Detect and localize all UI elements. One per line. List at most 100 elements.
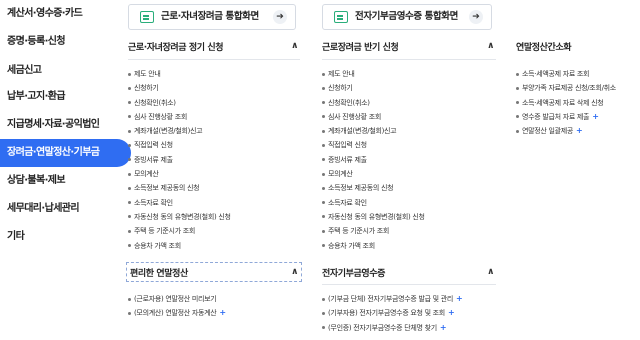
- list-item[interactable]: 자동신청 동의 유형변경(철회) 신청: [128, 210, 231, 224]
- arrow-right-icon: ➔: [273, 10, 287, 24]
- bullet-icon: [322, 115, 325, 119]
- list-item[interactable]: 승용차 가액 조회: [128, 239, 231, 253]
- list-item[interactable]: 영수증 발급처 자료 제출 +: [516, 110, 619, 124]
- list-item[interactable]: 주택 등 기준시가 조회: [322, 224, 425, 238]
- bullet-icon: [128, 229, 131, 233]
- document-icon: [334, 11, 348, 23]
- regular-incentive-list: 제도 안내 신청하기 신청확인(취소) 심사 진행상황 조회 계좌개설(변경/철…: [128, 67, 231, 253]
- section-title: 연말정산간소화: [516, 43, 572, 53]
- bullet-icon: [128, 101, 131, 105]
- section-title: 근로·자녀장려금 정기 신청: [128, 43, 224, 53]
- bullet-icon: [322, 201, 325, 205]
- sidebar-item-incentives[interactable]: 장려금·연말정산·기부금: [0, 139, 131, 167]
- list-item[interactable]: 신청하기: [322, 81, 425, 95]
- list-item[interactable]: 계좌개설(변경/철회)신고: [322, 124, 425, 138]
- bullet-icon: [322, 72, 325, 76]
- plus-icon: +: [439, 322, 447, 332]
- list-item[interactable]: 소득정보 제공동의 신청: [128, 181, 231, 195]
- list-item[interactable]: 직접입력 신청: [128, 138, 231, 152]
- list-item[interactable]: 소득·세액공제 자료 조회: [516, 67, 619, 81]
- bullet-icon: [516, 72, 519, 76]
- easy-year-end-list: (근로자용) 연말정산 미리보기 (모의계산) 연말정산 자동계산 +: [128, 292, 226, 321]
- list-item[interactable]: 증빙서류 제출: [322, 153, 425, 167]
- bullet-icon: [128, 158, 131, 162]
- section-head-year-end-simplified[interactable]: 연말정산간소화: [516, 40, 636, 62]
- list-item[interactable]: 제도 안내: [128, 67, 231, 81]
- bullet-icon: [128, 172, 131, 176]
- section-divider: [322, 284, 496, 285]
- chevron-up-icon: ∧: [291, 267, 298, 277]
- sidebar-item-statements[interactable]: 지급명세·자료·공익법인: [0, 111, 132, 139]
- sidebar-item-tax-filing[interactable]: 세금신고: [0, 57, 132, 85]
- list-item[interactable]: 모의계산: [322, 167, 425, 181]
- section-title: 전자기부금영수증: [322, 269, 386, 279]
- chevron-up-icon: ∧: [487, 41, 494, 51]
- list-item[interactable]: (기부금 단체) 전자기부금영수증 발급 및 관리 +: [322, 292, 463, 306]
- plus-icon: +: [219, 308, 226, 318]
- list-item[interactable]: 심사 진행상황 조회: [322, 110, 425, 124]
- plus-icon: +: [592, 111, 599, 121]
- list-item[interactable]: 연말정산 일괄제공 +: [516, 124, 619, 138]
- list-item[interactable]: (근로자용) 연말정산 미리보기: [128, 292, 226, 306]
- bullet-icon: [516, 101, 519, 105]
- sidebar-item-receipts[interactable]: 계산서·영수증·카드: [0, 0, 132, 28]
- donation-receipt-integrated-label: 전자기부금영수증 통합화면: [355, 11, 458, 22]
- chevron-up-icon: ∧: [291, 41, 298, 51]
- list-item[interactable]: 계좌개설(변경/철회)신고: [128, 124, 231, 138]
- section-head-easy-year-end[interactable]: 편리한 연말정산 ∧: [130, 266, 298, 288]
- bullet-icon: [128, 201, 131, 205]
- list-item[interactable]: 신청하기: [128, 81, 231, 95]
- bullet-icon: [322, 215, 325, 219]
- half-year-incentive-list: 제도 안내 신청하기 신청확인(취소) 심사 진행상황 조회 계좌개설(변경/철…: [322, 67, 425, 253]
- list-item[interactable]: 증빙서류 제출: [128, 153, 231, 167]
- list-item[interactable]: 소득정보 제공동의 신청: [322, 181, 425, 195]
- list-item[interactable]: 제도 안내: [322, 67, 425, 81]
- list-item[interactable]: (모의계산) 연말정산 자동계산 +: [128, 306, 226, 320]
- donation-receipt-integrated-button[interactable]: 전자기부금영수증 통합화면 ➔: [322, 4, 492, 30]
- bullet-icon: [128, 72, 131, 76]
- bullet-icon: [322, 244, 325, 248]
- sidebar-item-etc[interactable]: 기타: [0, 223, 132, 251]
- list-item[interactable]: 심사 진행상황 조회: [128, 110, 231, 124]
- bullet-icon: [322, 311, 325, 315]
- section-title: 근로장려금 반기 신청: [322, 43, 399, 53]
- sidebar: 계산서·영수증·카드 증명·등록·신청 세금신고 납부·고지·환급 지급명세·자…: [0, 0, 132, 340]
- plus-icon: +: [447, 308, 455, 318]
- list-item[interactable]: 자동신청 동의 유형변경(철회) 신청: [322, 210, 425, 224]
- bullet-icon: [128, 115, 131, 119]
- bullet-icon: [322, 129, 325, 133]
- bullet-icon: [322, 186, 325, 190]
- sidebar-item-certificates[interactable]: 증명·등록·신청: [0, 28, 132, 56]
- bullet-icon: [128, 297, 131, 301]
- sidebar-item-payment[interactable]: 납부·고지·환급: [0, 83, 132, 111]
- list-item[interactable]: 승용차 가액 조회: [322, 239, 425, 253]
- list-item[interactable]: 주택 등 기준시가 조회: [128, 224, 231, 238]
- sidebar-item-tax-agent[interactable]: 세무대리·납세관리: [0, 195, 132, 223]
- sidebar-item-consulting[interactable]: 상담·불복·제보: [0, 167, 132, 195]
- list-item[interactable]: 신청확인(취소): [128, 96, 231, 110]
- bullet-icon: [128, 244, 131, 248]
- incentive-integrated-button[interactable]: 근로·자녀장려금 통합화면 ➔: [128, 4, 296, 30]
- bullet-icon: [128, 311, 131, 315]
- list-item[interactable]: 부양가족 자료제공 신청/조회/취소: [516, 81, 619, 95]
- bullet-icon: [516, 115, 519, 119]
- list-item[interactable]: 소득·세액공제 자료 삭제 신청: [516, 96, 619, 110]
- bullet-icon: [322, 158, 325, 162]
- list-item[interactable]: 소득자료 확인: [322, 196, 425, 210]
- bullet-icon: [128, 215, 131, 219]
- bullet-icon: [128, 186, 131, 190]
- list-item[interactable]: 모의계산: [128, 167, 231, 181]
- list-item[interactable]: 직접입력 신청: [322, 138, 425, 152]
- bullet-icon: [322, 172, 325, 176]
- list-item[interactable]: (무인증) 전자기부금영수증 단체명 찾기 +: [322, 321, 462, 335]
- list-item[interactable]: (기부자용) 전자기부금영수증 요청 및 조회 +: [322, 306, 462, 320]
- bullet-icon: [322, 86, 325, 90]
- bullet-icon: [128, 86, 131, 90]
- document-icon: [140, 11, 154, 23]
- list-item[interactable]: 신청확인(취소): [322, 96, 425, 110]
- list-item[interactable]: 소득자료 확인: [128, 196, 231, 210]
- bullet-icon: [516, 86, 519, 90]
- incentive-integrated-label: 근로·자녀장려금 통합화면: [161, 11, 259, 22]
- chevron-up-icon: ∧: [487, 267, 494, 277]
- arrow-right-icon: ➔: [469, 10, 483, 24]
